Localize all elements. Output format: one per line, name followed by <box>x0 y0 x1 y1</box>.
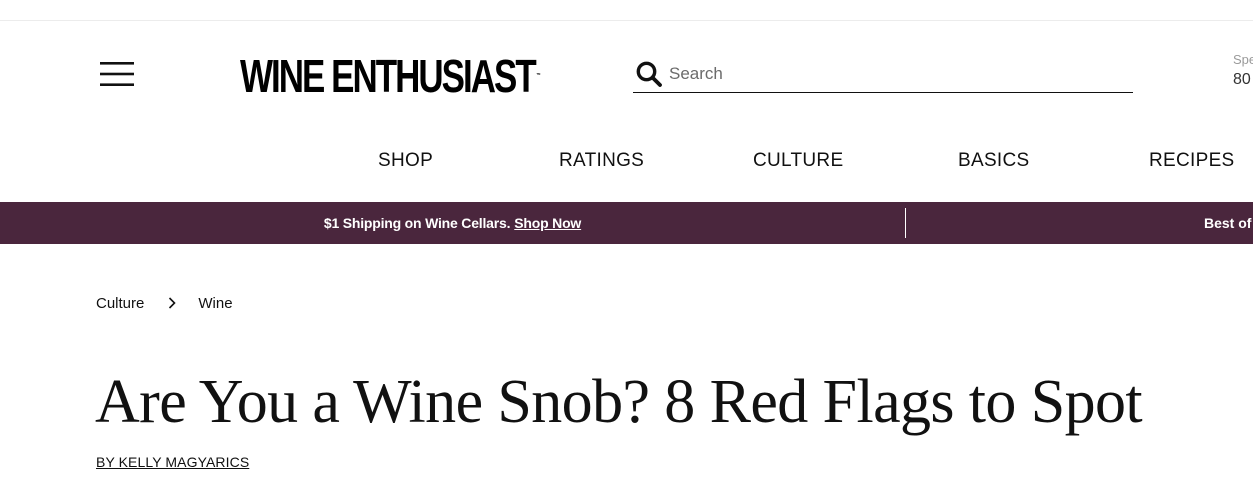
promo-next-message[interactable]: Best of <box>1204 202 1251 244</box>
logo-trademark: ™ <box>536 73 541 79</box>
article-title: Are You a Wine Snob? 8 Red Flags to Spot <box>95 368 1143 436</box>
author-byline-link[interactable]: BY KELLY MAGYARICS <box>96 454 249 470</box>
site-logo[interactable]: WINE ENTHUSIAST ™ <box>240 52 541 100</box>
promo-message: $1 Shipping on Wine Cellars. Shop Now <box>0 202 905 244</box>
logo-text: WINE ENTHUSIAST <box>240 50 537 102</box>
breadcrumb: Culture Wine <box>96 293 233 313</box>
chevron-right-icon <box>168 297 176 309</box>
promo-text: $1 Shipping on Wine Cellars. <box>323 215 511 231</box>
nav-item-shop[interactable]: SHOP <box>378 150 433 176</box>
nav-item-culture[interactable]: CULTURE <box>753 150 843 176</box>
header-promo-peek: Spe 80 <box>1233 52 1253 92</box>
menu-button[interactable] <box>96 56 138 92</box>
top-divider <box>0 20 1253 21</box>
promo-shop-now-link[interactable]: Shop Now <box>514 215 581 231</box>
header-promo-label: Spe <box>1233 52 1253 67</box>
nav-item-ratings[interactable]: RATINGS <box>559 150 644 176</box>
search-input[interactable] <box>669 64 1109 84</box>
hamburger-menu-icon <box>100 62 134 86</box>
nav-item-basics[interactable]: BASICS <box>958 150 1030 176</box>
search-bar <box>633 56 1133 93</box>
promo-banner: $1 Shipping on Wine Cellars. Shop Now Be… <box>0 202 1253 244</box>
search-icon[interactable] <box>635 60 663 88</box>
promo-divider <box>905 208 906 238</box>
nav-item-recipes[interactable]: RECIPES <box>1149 150 1235 176</box>
page: WINE ENTHUSIAST™ Spe 80 SHOP RATINGS CUL… <box>0 0 1253 492</box>
breadcrumb-item-culture[interactable]: Culture <box>96 295 144 312</box>
breadcrumb-item-wine[interactable]: Wine <box>198 295 232 312</box>
header-promo-value: 80 <box>1233 71 1251 88</box>
